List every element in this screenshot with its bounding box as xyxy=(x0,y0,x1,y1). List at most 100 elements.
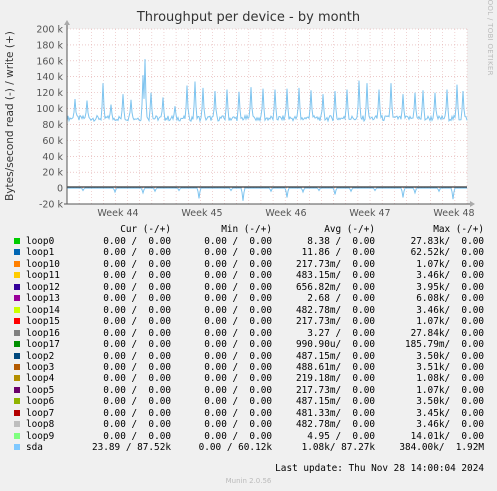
header-cur: Cur (-/+) xyxy=(120,224,171,235)
legend-swatch xyxy=(14,306,20,313)
legend-avg: 482.78m/ 0.00 xyxy=(295,304,375,316)
x-tick-label: Week 48 xyxy=(433,208,474,219)
legend-cur: 0.00 / 0.00 xyxy=(103,361,171,373)
legend-cur: 0.00 / 0.00 xyxy=(103,396,171,408)
legend-min: 0.00 / 0.00 xyxy=(204,247,272,259)
legend-row-loop8: loop8 0.00 / 0.00 0.00 / 0.00 482.78m/ 0.00… xyxy=(0,419,497,430)
last-update: Last update: Thu Nov 28 14:00:04 2024 xyxy=(275,463,484,474)
x-tick-label: Week 45 xyxy=(181,208,222,219)
legend-name: loop12 xyxy=(26,281,60,293)
legend-max: 14.01k/ 0.00 xyxy=(410,430,484,442)
x-tick-label: Week 47 xyxy=(349,208,390,219)
legend-row-loop2: loop2 0.00 / 0.00 0.00 / 0.00 487.15m/ 0.00… xyxy=(0,351,497,362)
legend-avg: 483.15m/ 0.00 xyxy=(295,270,375,282)
x-axis-arrow xyxy=(470,201,475,207)
legend-swatch xyxy=(14,398,20,405)
legend-max: 6.08k/ 0.00 xyxy=(416,293,484,305)
legend-row-loop17: loop17 0.00 / 0.00 0.00 / 0.00 990.90u/ 0.0… xyxy=(0,339,497,350)
legend-row-loop0: loop0 0.00 / 0.00 0.00 / 0.00 8.38 / 0.00 27… xyxy=(0,236,497,247)
legend-min: 0.00 / 0.00 xyxy=(204,373,272,385)
legend-swatch xyxy=(14,329,20,336)
legend-cur: 23.89 / 87.52k xyxy=(91,442,171,454)
throughput-chart: 200 k 180 k 160 k 140 k 120 k 100 k 80 k 60 k 40… xyxy=(36,20,475,219)
legend-min: 0.00 / 0.00 xyxy=(204,361,272,373)
legend-cur: 0.00 / 0.00 xyxy=(103,327,171,339)
legend-name: loop2 xyxy=(26,350,55,362)
legend-cur: 0.00 / 0.00 xyxy=(103,236,171,247)
legend-swatch xyxy=(14,341,20,348)
legend-max: 3.51k/ 0.00 xyxy=(416,361,484,373)
y-tick-label: 180 k xyxy=(36,40,63,51)
header-max: Max (-/+) xyxy=(433,224,484,235)
legend-swatch xyxy=(14,249,20,256)
legend-max: 185.79m/ 0.00 xyxy=(404,339,484,351)
legend-cur: 0.00 / 0.00 xyxy=(103,270,171,282)
legend-avg: 219.18m/ 0.00 xyxy=(295,373,375,385)
y-tick-labels: 200 k 180 k 160 k 140 k 120 k 100 k 80 k 60 k 40… xyxy=(36,25,63,211)
legend-name: loop16 xyxy=(26,327,60,339)
legend-avg: 990.90u/ 0.00 xyxy=(295,339,375,351)
y-tick-label: 40 k xyxy=(42,152,63,163)
y-tick-label: 80 k xyxy=(42,120,63,131)
legend-swatch xyxy=(14,409,20,416)
legend-cur: 0.00 / 0.00 xyxy=(103,407,171,419)
legend-max: 1.08k/ 0.00 xyxy=(416,373,484,385)
legend-swatch xyxy=(14,295,20,302)
legend-avg: 487.15m/ 0.00 xyxy=(295,396,375,408)
legend-max: 27.84k/ 0.00 xyxy=(410,327,484,339)
legend-avg: 488.61m/ 0.00 xyxy=(295,361,375,373)
legend-max: 3.95k/ 0.00 xyxy=(416,281,484,293)
legend-swatch xyxy=(14,318,20,325)
legend-swatch xyxy=(14,363,20,370)
legend-name: loop11 xyxy=(26,270,60,282)
y-tick-label: 20 k xyxy=(42,168,63,179)
legend-row-loop15: loop15 0.00 / 0.00 0.00 / 0.00 217.73m/ 0.0… xyxy=(0,316,497,327)
legend-name: loop6 xyxy=(26,396,55,408)
legend-name: loop1 xyxy=(26,247,55,259)
legend-min: 0.00 / 0.00 xyxy=(204,293,272,305)
legend-row-loop4: loop4 0.00 / 0.00 0.00 / 0.00 219.18m/ 0.00… xyxy=(0,373,497,384)
legend-swatch xyxy=(14,444,20,451)
legend-min: 0.00 / 0.00 xyxy=(204,258,272,270)
legend-min: 0.00 / 60.12k xyxy=(198,442,272,454)
legend-name: loop3 xyxy=(26,361,55,373)
legend-avg: 8.38 / 0.00 xyxy=(307,236,375,247)
legend-swatch xyxy=(14,272,20,279)
legend-row-loop6: loop6 0.00 / 0.00 0.00 / 0.00 487.15m/ 0.00… xyxy=(0,396,497,407)
munin-version: Munin 2.0.56 xyxy=(225,477,272,485)
legend-row-loop7: loop7 0.00 / 0.00 0.00 / 0.00 481.33m/ 0.00… xyxy=(0,408,497,419)
legend-row-loop9: loop9 0.00 / 0.00 0.00 / 0.00 4.95 / 0.00 14… xyxy=(0,431,497,442)
legend-avg: 487.15m/ 0.00 xyxy=(295,350,375,362)
legend-min: 0.00 / 0.00 xyxy=(204,304,272,316)
legend-min: 0.00 / 0.00 xyxy=(204,384,272,396)
legend-swatch xyxy=(14,238,20,244)
legend-name: loop8 xyxy=(26,419,55,431)
y-tick-label: 160 k xyxy=(36,56,63,67)
legend-row-loop12: loop12 0.00 / 0.00 0.00 / 0.00 656.82m/ 0.0… xyxy=(0,282,497,293)
legend-max: 1.07k/ 0.00 xyxy=(416,258,484,270)
legend-name: loop7 xyxy=(26,407,55,419)
legend-avg: 217.73m/ 0.00 xyxy=(295,384,375,396)
legend-max: 1.07k/ 0.00 xyxy=(416,316,484,328)
legend-min: 0.00 / 0.00 xyxy=(204,407,272,419)
legend-min: 0.00 / 0.00 xyxy=(204,327,272,339)
legend-name: sda xyxy=(26,442,43,454)
legend-row-loop14: loop14 0.00 / 0.00 0.00 / 0.00 482.78m/ 0.0… xyxy=(0,305,497,316)
legend-row-loop13: loop13 0.00 / 0.00 0.00 / 0.00 2.68 / 0.00 6… xyxy=(0,293,497,304)
legend-row-sda: sda 23.89 / 87.52k 0.00 / 60.12k 1.08k/ 87.… xyxy=(0,442,497,453)
legend-max: 3.46k/ 0.00 xyxy=(416,419,484,431)
y-tick-label: 120 k xyxy=(36,88,63,99)
legend-swatch xyxy=(14,386,20,393)
x-tick-labels: Week 44 Week 45 Week 46 Week 47 Week 48 xyxy=(97,208,474,219)
y-tick-label: 200 k xyxy=(36,25,63,36)
legend-min: 0.00 / 0.00 xyxy=(204,396,272,408)
legend-cur: 0.00 / 0.00 xyxy=(103,419,171,431)
header-avg: Avg (-/+) xyxy=(324,224,375,235)
header-min: Min (-/+) xyxy=(221,224,272,235)
legend-name: loop9 xyxy=(26,430,55,442)
legend-max: 384.00k/ 1.92M xyxy=(399,442,484,454)
legend-row-loop11: loop11 0.00 / 0.00 0.00 / 0.00 483.15m/ 0.0… xyxy=(0,270,497,281)
legend-cur: 0.00 / 0.00 xyxy=(103,293,171,305)
legend-name: loop5 xyxy=(26,384,55,396)
legend-cur: 0.00 / 0.00 xyxy=(103,430,171,442)
